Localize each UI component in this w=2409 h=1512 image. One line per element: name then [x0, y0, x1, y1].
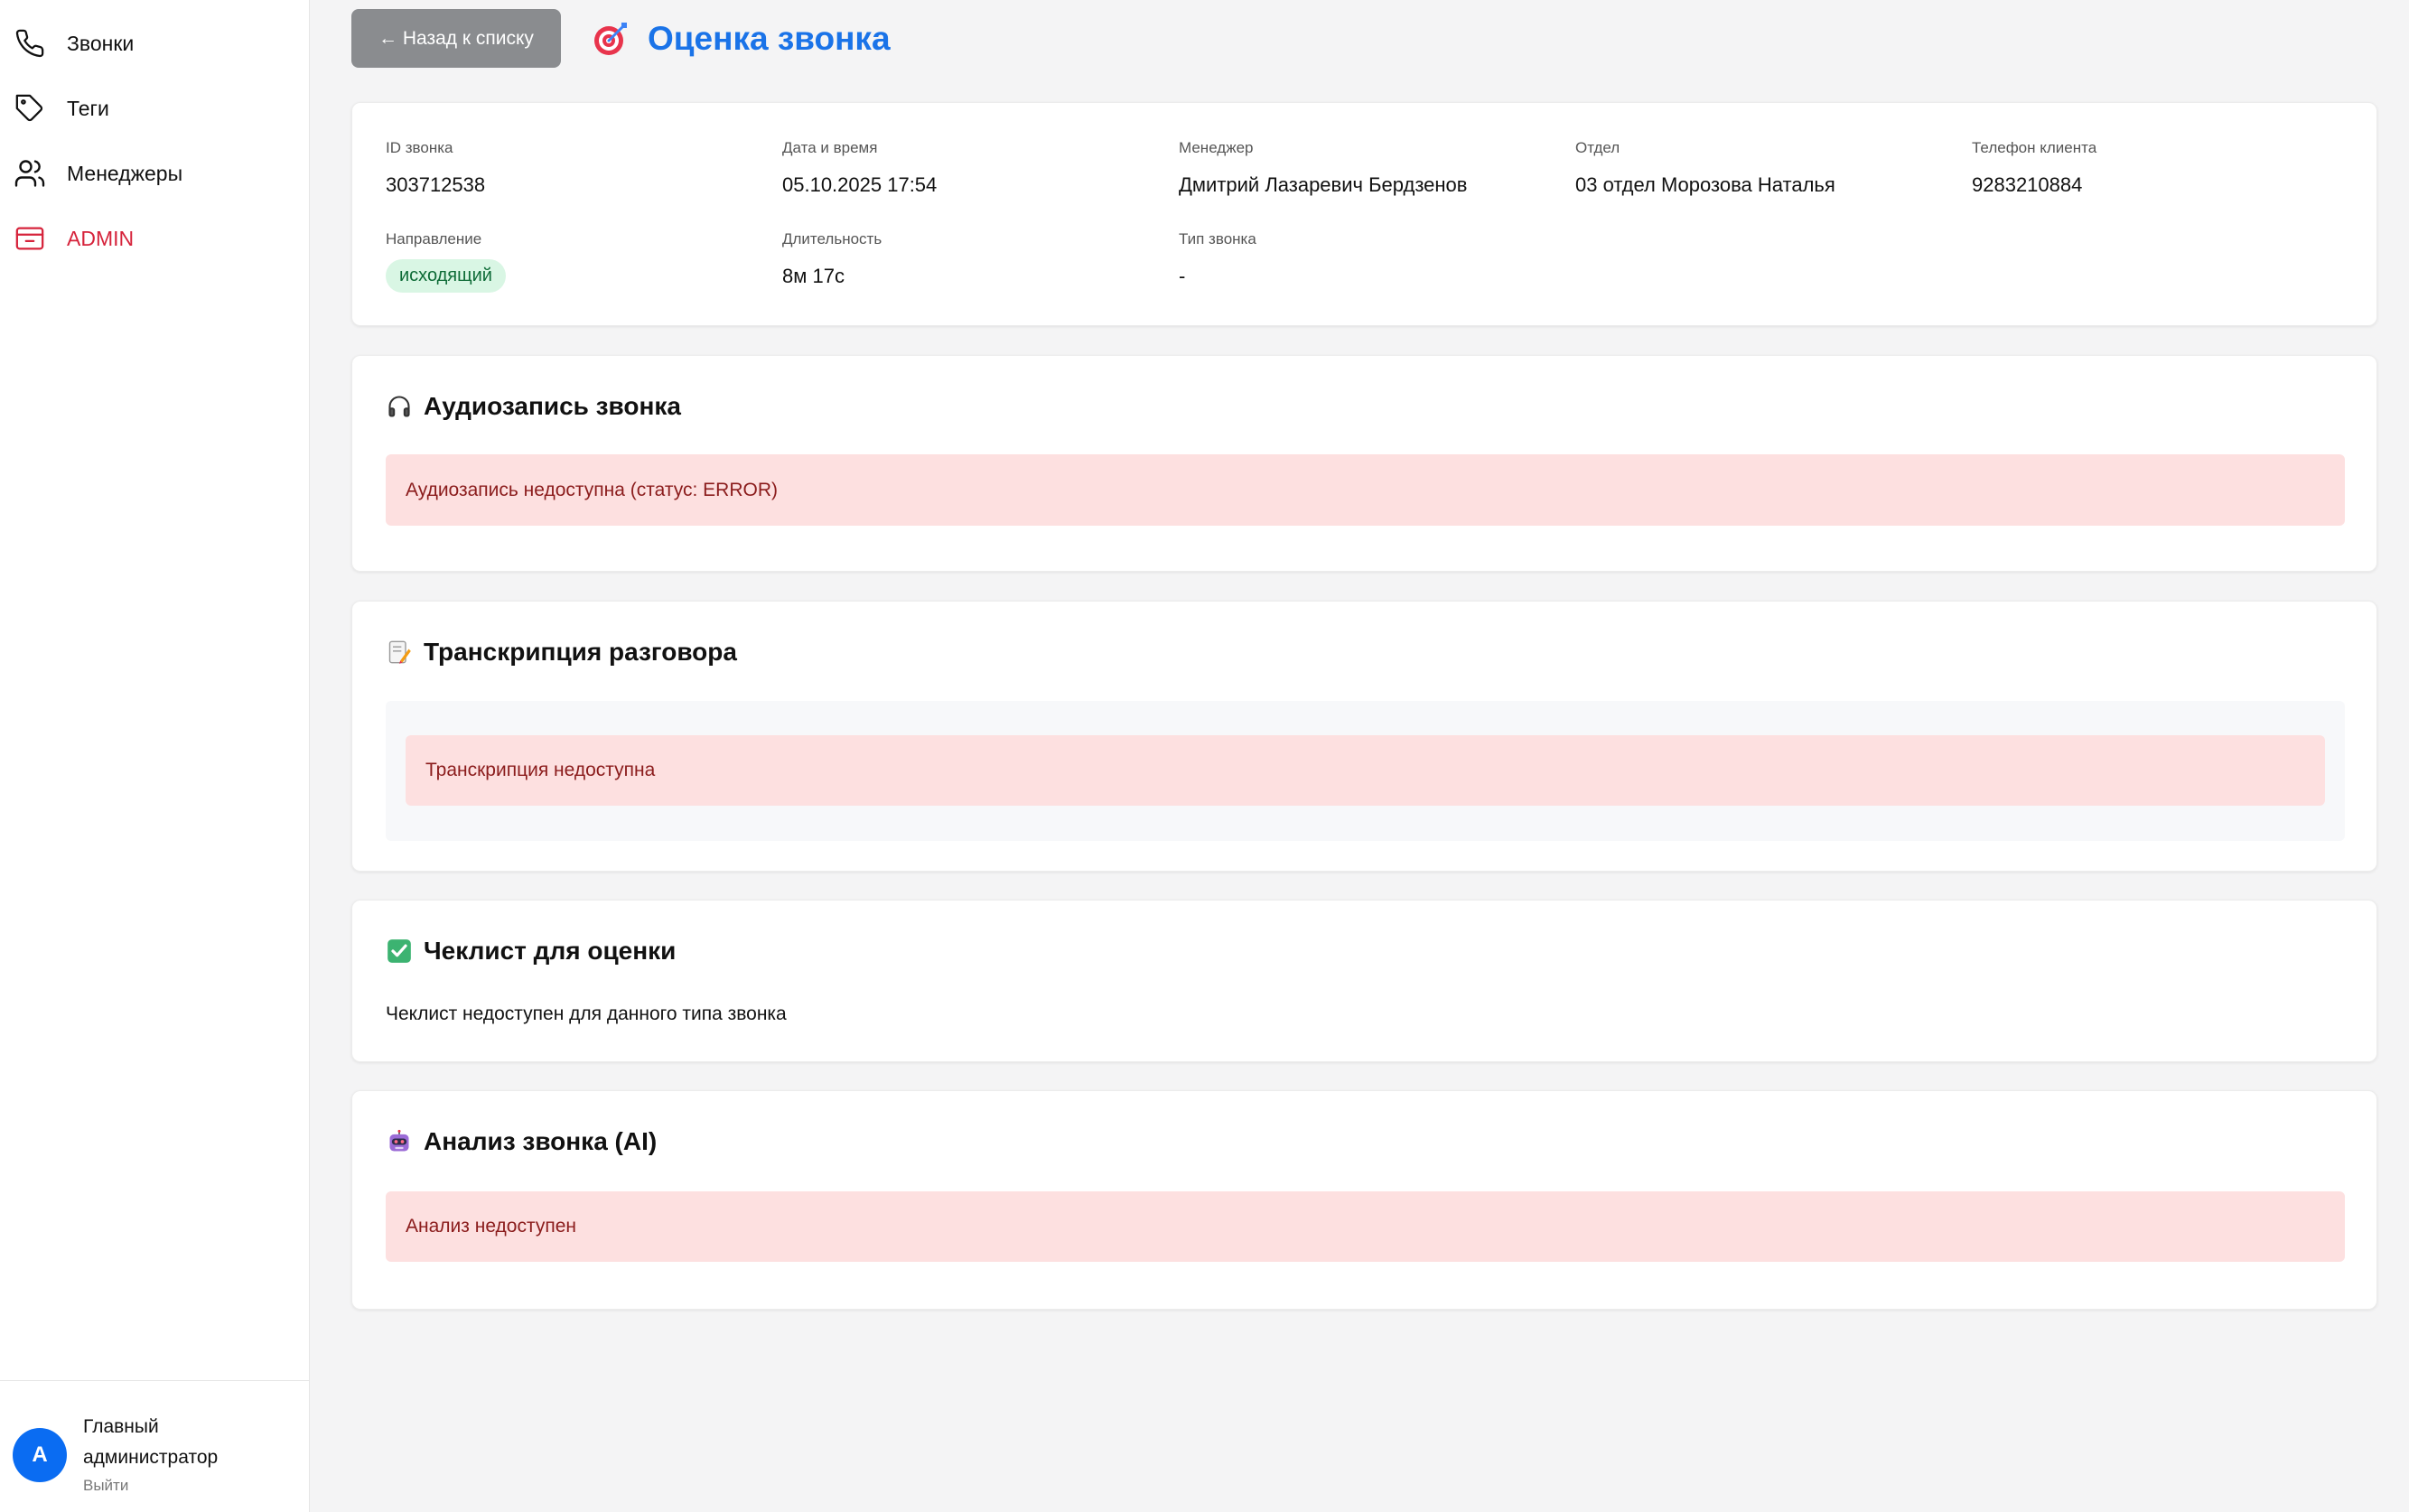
checklist-card: Чеклист для оценки Чеклист недоступен дл…	[351, 900, 2377, 1062]
section-heading: Анализ звонка (AI)	[424, 1127, 658, 1155]
checklist-section-title: Чеклист для оценки	[386, 937, 676, 966]
field-label: Дата и время	[782, 139, 878, 156]
manager-value: Дмитрий Лазаревич Бердзенов	[1179, 173, 1468, 196]
section-heading: Чеклист для оценки	[424, 937, 677, 965]
sidebar-item-managers[interactable]: Менеджеры	[13, 146, 293, 201]
analysis-section-title: Анализ звонка (AI)	[386, 1127, 657, 1156]
target-icon	[592, 20, 630, 58]
audio-card: Аудиозапись звонка Аудиозапись недоступн…	[351, 355, 2377, 572]
datetime-field: Дата и время 05.10.2025 17:54	[782, 139, 937, 197]
department-field: Отдел 03 отдел Морозова Наталья	[1575, 139, 1835, 197]
sidebar-item-label: ADMIN	[67, 226, 135, 250]
datetime-value: 05.10.2025 17:54	[782, 173, 938, 196]
department-value: 03 отдел Морозова Наталья	[1575, 173, 1835, 196]
call-id-value: 303712538	[386, 173, 486, 196]
sidebar-item-admin[interactable]: ADMIN	[13, 211, 293, 266]
call-info-card: ID звонка 303712538 Дата и время 05.10.2…	[351, 102, 2377, 326]
field-label: Длительность	[782, 230, 882, 247]
call-type-field: Тип звонка -	[1179, 230, 1256, 288]
logout-link[interactable]: Выйти	[83, 1477, 128, 1495]
sidebar-item-label: Теги	[67, 96, 109, 120]
admin-panel-icon	[13, 221, 47, 256]
duration-value: 8м 17с	[782, 265, 845, 287]
sidebar-item-label: Менеджеры	[67, 161, 183, 185]
manager-field: Менеджер Дмитрий Лазаревич Бердзенов	[1179, 139, 1467, 197]
headphones-icon	[386, 393, 413, 420]
sidebar-item-tags[interactable]: Теги	[13, 81, 293, 135]
analysis-card: Анализ звонка (AI) Анализ недоступен	[351, 1090, 2377, 1310]
user-name: Главный администратор	[83, 1416, 219, 1468]
field-label: Тип звонка	[1179, 230, 1256, 247]
field-label: Менеджер	[1179, 139, 1254, 156]
call-id-field: ID звонка 303712538	[386, 139, 485, 197]
sidebar-item-label: Звонки	[67, 31, 135, 55]
users-icon	[13, 156, 47, 191]
audio-section-title: Аудиозапись звонка	[386, 392, 681, 421]
section-heading: Транскрипция разговора	[424, 638, 737, 666]
robot-icon	[386, 1128, 413, 1155]
page-header: Оценка звонка	[592, 20, 891, 58]
back-to-list-button[interactable]: ← Назад к списку	[351, 9, 561, 68]
memo-icon	[386, 639, 413, 666]
avatar[interactable]: A	[13, 1428, 67, 1482]
field-label: Телефон клиента	[1972, 139, 2097, 156]
direction-field: Направление исходящий	[386, 230, 506, 293]
check-box-icon	[386, 938, 413, 965]
tag-icon	[13, 91, 47, 126]
client-phone-value: 9283210884	[1972, 173, 2083, 196]
phone-icon	[13, 26, 47, 61]
transcript-error-alert: Транскрипция недоступна	[406, 735, 2325, 806]
direction-badge: исходящий	[386, 259, 506, 293]
checklist-message: Чеклист недоступен для данного типа звон…	[386, 1003, 787, 1024]
call-type-value: -	[1179, 265, 1186, 287]
section-heading: Аудиозапись звонка	[424, 392, 681, 420]
user-panel: A Главный администратор Выйти	[0, 1380, 310, 1512]
transcript-card: Транскрипция разговора Транскрипция недо…	[351, 601, 2377, 872]
sidebar-item-calls[interactable]: Звонки	[13, 16, 293, 70]
field-label: Отдел	[1575, 139, 1620, 156]
app-root: Звонки Теги Менеджеры ADMIN A Главный ад…	[0, 0, 2409, 1512]
field-label: ID звонка	[386, 139, 453, 156]
duration-field: Длительность 8м 17с	[782, 230, 882, 288]
transcript-section-title: Транскрипция разговора	[386, 638, 737, 667]
field-label: Направление	[386, 230, 482, 247]
analysis-error-alert: Анализ недоступен	[386, 1191, 2345, 1262]
client-phone-field: Телефон клиента 9283210884	[1972, 139, 2096, 197]
audio-error-alert: Аудиозапись недоступна (статус: ERROR)	[386, 454, 2345, 526]
sidebar: Звонки Теги Менеджеры ADMIN A Главный ад…	[0, 0, 310, 1512]
page-title: Оценка звонка	[648, 20, 891, 57]
transcript-container: Транскрипция недоступна	[386, 701, 2345, 841]
